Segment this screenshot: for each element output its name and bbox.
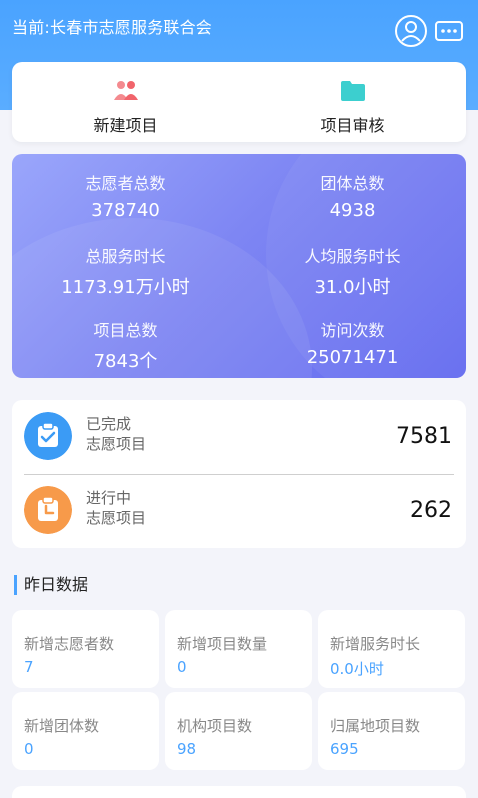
- new-project-label: 新建项目: [93, 116, 158, 135]
- completed-label-line2: 志愿项目: [86, 435, 147, 453]
- org-projects-card[interactable]: 机构项目数 98: [165, 692, 312, 770]
- ongoing-clipboard-icon: [24, 486, 72, 534]
- app-header: 当前:长春市志愿服务联合会: [0, 0, 478, 58]
- completed-label: 已完成 志愿项目: [86, 414, 146, 454]
- completed-projects-row[interactable]: 已完成 志愿项目 7581: [12, 400, 466, 474]
- stat-total-hours: 总服务时长 1173.91万小时: [12, 243, 239, 299]
- stat-avg-hours: 人均服务时长 31.0小时: [239, 243, 466, 299]
- metric-label: 新增团体数: [24, 717, 100, 735]
- page-title: 当前:长春市志愿服务联合会: [12, 18, 212, 37]
- ongoing-projects-row[interactable]: 进行中 志愿项目 262: [12, 474, 466, 548]
- stat-label: 总服务时长: [85, 247, 166, 266]
- stat-volunteers: 志愿者总数 378740: [12, 170, 239, 221]
- metric-value: 0.0小时: [330, 660, 384, 678]
- statistics-card: 志愿者总数 378740 团体总数 4938 总服务时长 1173.91万小时 …: [12, 154, 466, 378]
- stat-value: 25071471: [306, 347, 399, 368]
- quick-actions-card: 新建项目 项目审核: [12, 62, 466, 142]
- project-review-label: 项目审核: [320, 116, 385, 135]
- stat-value: 1173.91万小时: [61, 277, 190, 298]
- stat-value: 4938: [329, 200, 376, 221]
- new-volunteers-card[interactable]: 新增志愿者数 7: [12, 610, 159, 688]
- metric-value: 0: [177, 658, 187, 676]
- completed-label-line1: 已完成: [86, 415, 132, 433]
- new-projects-card[interactable]: 新增项目数量 0: [165, 610, 312, 688]
- stat-value: 31.0小时: [314, 277, 391, 298]
- next-card-edge: [12, 786, 466, 798]
- stat-label: 访问次数: [320, 321, 385, 340]
- metric-value: 0: [24, 740, 34, 758]
- ongoing-count: 262: [410, 498, 452, 523]
- stat-label: 团体总数: [320, 174, 385, 193]
- ongoing-label-line1: 进行中: [86, 489, 132, 507]
- stat-label: 人均服务时长: [304, 247, 401, 266]
- new-groups-card[interactable]: 新增团体数 0: [12, 692, 159, 770]
- ongoing-label-line2: 志愿项目: [86, 509, 147, 527]
- user-profile-icon[interactable]: [394, 14, 428, 48]
- stat-label: 项目总数: [93, 321, 158, 340]
- metric-value: 695: [330, 740, 359, 758]
- stat-value: 7843个: [93, 351, 158, 372]
- users-icon: [113, 81, 138, 100]
- stat-value: 378740: [91, 200, 160, 221]
- metric-value: 98: [177, 740, 197, 758]
- new-service-hours-card[interactable]: 新增服务时长 0.0小时: [318, 610, 465, 688]
- completed-count: 7581: [396, 424, 452, 449]
- project-review-button[interactable]: 项目审核: [239, 62, 466, 142]
- message-icon[interactable]: [434, 20, 464, 44]
- folder-icon: [340, 81, 365, 101]
- metric-label: 新增服务时长: [330, 635, 421, 653]
- local-projects-card[interactable]: 归属地项目数 695: [318, 692, 465, 770]
- metric-value: 7: [24, 658, 34, 676]
- metric-label: 归属地项目数: [330, 717, 421, 735]
- stat-groups: 团体总数 4938: [239, 170, 466, 221]
- completed-clipboard-icon: [24, 412, 72, 460]
- ongoing-label: 进行中 志愿项目: [86, 488, 146, 528]
- yesterday-section-title: 昨日数据: [14, 575, 88, 595]
- stat-projects: 项目总数 7843个: [12, 317, 239, 373]
- stat-visits: 访问次数 25071471: [239, 317, 466, 368]
- metric-label: 新增志愿者数: [24, 635, 115, 653]
- project-status-card: 已完成 志愿项目 7581 进行中 志愿项目 262: [12, 400, 466, 548]
- metric-label: 新增项目数量: [177, 635, 268, 653]
- stat-label: 志愿者总数: [85, 174, 166, 193]
- new-project-button[interactable]: 新建项目: [12, 62, 239, 142]
- metric-label: 机构项目数: [177, 717, 253, 735]
